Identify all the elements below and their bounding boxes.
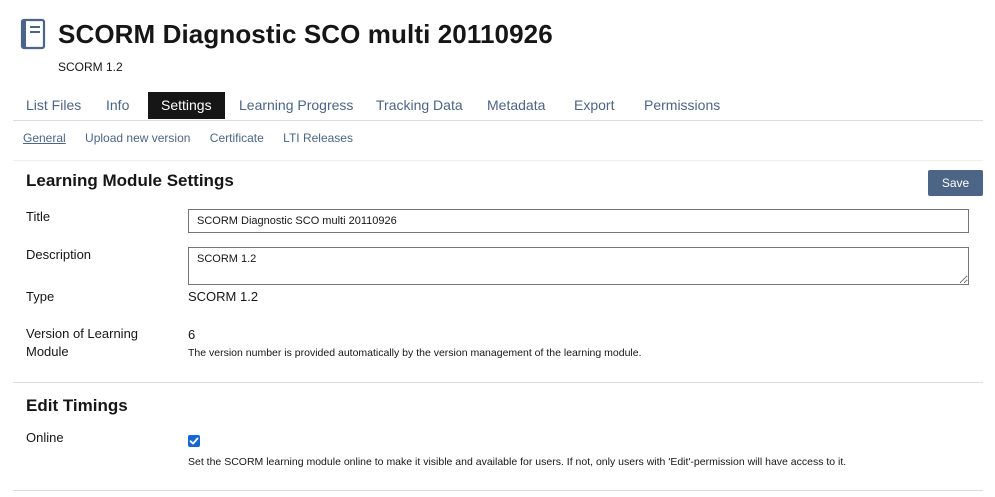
timings-heading: Edit Timings [26,396,128,415]
book-icon [20,18,48,52]
subtab-lti-releases[interactable]: LTI Releases [283,131,353,145]
tab-export[interactable]: Export [561,92,627,119]
tab-bar: List Files Info Settings Learning Progre… [13,92,983,121]
description-field[interactable]: SCORM 1.2 [188,247,969,285]
tab-metadata[interactable]: Metadata [474,92,558,119]
settings-heading: Learning Module Settings [26,171,234,190]
subtab-upload-new-version[interactable]: Upload new version [85,131,190,145]
type-label: Type [26,289,55,304]
checkmark-icon [189,437,199,445]
section-divider [13,382,983,383]
version-help-text: The version number is provided automatic… [188,347,642,359]
tab-permissions[interactable]: Permissions [631,92,733,119]
tab-tracking-data[interactable]: Tracking Data [363,92,476,119]
page-title: SCORM Diagnostic SCO multi 20110926 [58,19,553,49]
tab-list-files[interactable]: List Files [13,92,94,119]
online-label: Online [26,430,64,445]
online-help-text: Set the SCORM learning module online to … [188,456,847,468]
subtab-general[interactable]: General [23,131,66,145]
title-field[interactable] [188,209,969,233]
title-label: Title [26,209,51,224]
tab-info[interactable]: Info [93,92,142,119]
type-value: SCORM 1.2 [188,289,259,304]
section-divider [13,160,983,161]
description-label: Description [26,247,92,262]
page-subtitle: SCORM 1.2 [58,60,123,74]
subtab-bar: General Upload new version Certificate L… [23,131,369,145]
tab-settings[interactable]: Settings [148,92,225,119]
section-divider [13,490,983,491]
tab-learning-progress[interactable]: Learning Progress [226,92,366,119]
save-button[interactable]: Save [928,170,983,196]
version-label: Version of Learning Module [26,326,139,359]
online-checkbox[interactable] [188,435,200,447]
subtab-certificate[interactable]: Certificate [210,131,264,145]
version-value: 6 [188,327,196,342]
